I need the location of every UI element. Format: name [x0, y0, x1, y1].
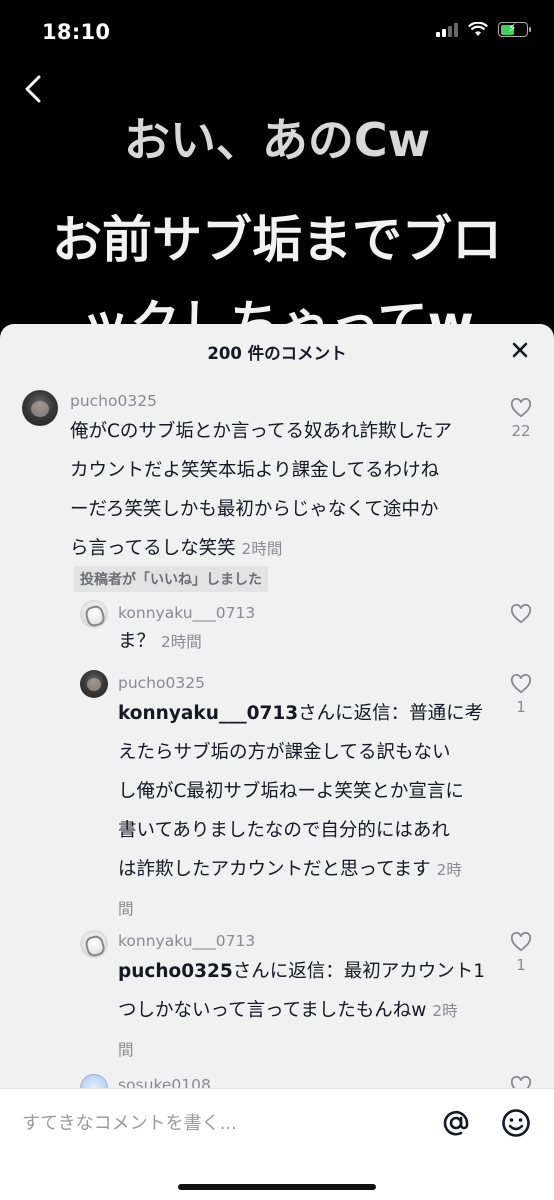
heart-icon: [510, 398, 532, 418]
at-icon[interactable]: [440, 1107, 472, 1139]
comment-username[interactable]: konnyaku___0713: [118, 604, 255, 622]
author-liked-badge: 投稿者が「いいね」しました: [74, 566, 268, 592]
wifi-icon: [468, 22, 488, 36]
status-time: 18:10: [42, 20, 111, 44]
comments-panel: 200 件のコメント pucho0325 俺がCのサブ垢とか言ってる奴あれ詐欺し…: [0, 324, 554, 1200]
like-count: 22: [511, 422, 531, 440]
like-button[interactable]: 1: [509, 674, 533, 716]
status-bar: 18:10 ⚡: [0, 0, 554, 64]
comment-text: pucho0325さんに返信：最初アカウント1 つしかないって言ってましたもんね…: [118, 961, 486, 1059]
avatar[interactable]: [22, 390, 58, 426]
back-arrow-icon[interactable]: [18, 72, 52, 106]
signal-icon: [436, 22, 458, 37]
comment-username[interactable]: pucho0325: [70, 392, 157, 410]
heart-icon: [510, 932, 532, 952]
like-button[interactable]: 1: [509, 932, 533, 974]
emoji-icon[interactable]: [500, 1107, 532, 1139]
heart-icon: [510, 604, 532, 624]
avatar[interactable]: [80, 670, 108, 698]
comment-username[interactable]: konnyaku___0713: [118, 932, 255, 950]
comment-time: 2時: [436, 861, 462, 879]
heart-icon: [510, 674, 532, 694]
comment-username[interactable]: pucho0325: [118, 674, 205, 692]
avatar[interactable]: [80, 930, 108, 958]
comment-time: 2時間: [241, 540, 283, 558]
comments-title: 200 件のコメント: [207, 344, 347, 363]
reply-mention: konnyaku___0713: [118, 703, 299, 724]
avatar[interactable]: [80, 600, 108, 628]
comment-time: 2時: [432, 1002, 458, 1020]
status-icons: ⚡: [436, 21, 531, 37]
comment-text: 俺がCのサブ垢とか言ってる奴あれ詐欺したア カウントだよ笑笑本垢より課金してるわ…: [70, 421, 452, 559]
home-indicator[interactable]: [178, 1184, 376, 1190]
close-icon[interactable]: [510, 340, 530, 360]
like-count: 1: [516, 698, 526, 716]
battery-icon: ⚡: [498, 21, 531, 37]
comment-text: ま？ 2時間: [118, 631, 202, 652]
video-caption-line: おい、あのCw: [123, 113, 431, 167]
like-button[interactable]: [509, 604, 533, 624]
comment-input-bar: すてきなコメントを書く...: [0, 1088, 554, 1200]
video-caption-line: お前サブ垢までブロ: [52, 211, 502, 269]
like-count: 1: [516, 956, 526, 974]
comment-time: 2時間: [160, 633, 202, 651]
comment-input[interactable]: すてきなコメントを書く...: [22, 1109, 237, 1135]
like-button[interactable]: 22: [509, 398, 533, 440]
reply-mention: pucho0325: [118, 961, 233, 982]
comment-text: konnyaku___0713さんに返信：普通に考 えたらサブ垢の方が課金してる…: [118, 703, 484, 918]
